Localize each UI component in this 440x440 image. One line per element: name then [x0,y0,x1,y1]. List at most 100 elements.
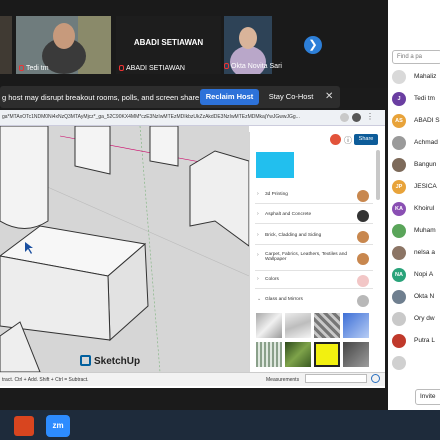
status-hint: tract. Ctrl + Add. Shift + Ctrl = Subtra… [2,377,89,383]
mic-muted-icon [119,65,124,72]
measurements-label: Measurements [266,377,300,383]
video-tile-partial[interactable] [0,16,12,74]
sketchup-logo: SketchUp [80,355,140,367]
participant-name: Khoirul [414,205,435,212]
participant-name: Okta N [414,293,435,300]
glass-material-swatch-selected[interactable] [314,342,340,367]
glass-material-swatch[interactable] [314,313,340,338]
participant-item[interactable]: nelsa a [392,244,440,264]
participant-item[interactable]: AS ABADI S [392,112,440,132]
material-category-glass[interactable]: ⌄ Glass and Mirrors [255,293,373,309]
participant-item[interactable]: Okta N [392,288,440,308]
help-icon[interactable] [371,374,380,383]
participant-item[interactable]: JP JESICA [392,178,440,198]
glass-material-swatch[interactable] [343,342,369,367]
participant-item[interactable]: KA Khoirul [392,200,440,220]
material-category-brick[interactable]: › Brick, Cladding and Siding [255,229,373,245]
3d-viewport[interactable] [0,126,249,372]
close-icon[interactable]: ✕ [325,91,333,102]
avatar [392,136,406,150]
avatar: AS [392,114,406,128]
avatar [392,356,406,370]
participant-name: Tedi tm [414,95,435,102]
mic-muted-icon [224,63,229,70]
more-menu-icon[interactable]: ⋮ [366,113,375,122]
participant-item[interactable]: Achmad [392,134,440,154]
participant-name: Achmad [414,139,438,146]
reclaim-host-button[interactable]: Reclaim Host [200,89,259,105]
chevron-down-icon: ⌄ [257,296,262,302]
tile-big-name: ABADI SETIAWAN [133,38,204,47]
participant-item[interactable]: Ory dw [392,310,440,330]
glass-material-swatch[interactable] [343,313,369,338]
avatar [392,290,406,304]
next-page-arrow-icon[interactable]: ❯ [304,36,322,54]
video-tile-abadi[interactable]: ABADI SETIAWAN ABADI SETIAWAN [116,16,221,74]
user-avatar-icon[interactable] [330,134,341,145]
url-text[interactable]: ga*MTAxOTc1NDM0Ni4xNzQ3MTAyMjcz*_ga_52C9… [2,114,320,120]
avatar: J [392,92,406,106]
glass-material-swatch[interactable] [285,313,311,338]
tile-name: Tedi tm [19,65,49,72]
participant-name: Bangun [414,161,437,168]
measurements-input[interactable] [305,374,367,383]
participant-item[interactable]: NA Nopi A [392,266,440,286]
glass-material-swatch[interactable] [256,313,282,338]
material-category-asphalt[interactable]: › Asphalt and Concrete [255,208,373,224]
participant-name: ABADI S [414,117,440,124]
avatar [392,70,406,84]
host-banner: g host may disrupt breakout rooms, polls… [0,86,340,108]
tile-name: Okta Novita Sari [224,63,282,70]
material-thumbnail [357,253,369,265]
participant-item[interactable]: J Tedi tm [392,90,440,110]
tile-name: ABADI SETIAWAN [119,65,185,72]
participant-search-input[interactable]: Find a pa [392,50,440,64]
video-tile-tedi[interactable]: Tedi tm [16,16,111,74]
participant-item[interactable]: Putra L [392,332,440,352]
address-bar[interactable]: ga*MTAxOTc1NDM0Ni4xNzQ3MTAyMjcz*_ga_52C9… [0,110,385,126]
glass-materials-grid [256,313,370,369]
material-category-carpet[interactable]: › Carpet, Fabrics, Leathers, Textiles an… [255,249,373,271]
avatar [392,224,406,238]
material-thumbnail [357,295,369,307]
glass-material-swatch[interactable] [285,342,311,367]
material-thumbnail [357,190,369,202]
sketchup-logo-icon [80,355,91,366]
info-icon[interactable]: ⓘ [344,135,352,146]
participant-item[interactable]: Bangun [392,156,440,176]
material-thumbnail [357,231,369,243]
material-category-3d-printing[interactable]: › 3d Printing [255,188,373,204]
profile-avatar-icon[interactable] [352,113,361,122]
participant-name: nelsa a [414,249,435,256]
active-material-swatch[interactable] [256,152,294,178]
avatar [392,158,406,172]
stay-co-host-button[interactable]: Stay Co-Host [263,89,319,105]
office-app-icon[interactable] [14,416,34,436]
chevron-right-icon: › [257,276,259,282]
participant-item[interactable]: Mahaliz [392,68,440,88]
extension-icon[interactable] [340,113,349,122]
participant-item[interactable]: Muham [392,222,440,242]
avatar [392,312,406,326]
chevron-right-icon: › [257,252,259,258]
participant-item[interactable] [392,354,440,374]
3d-model-scene [0,126,249,372]
material-thumbnail [357,275,369,287]
participant-name: Putra L [414,337,435,344]
avatar: JP [392,180,406,194]
chevron-right-icon: › [257,232,259,238]
avatar [392,334,406,348]
participant-name: Muham [414,227,436,234]
material-thumbnail [357,210,369,222]
panel-scrollbar[interactable] [376,150,380,200]
share-button[interactable]: Share [354,134,378,145]
glass-material-swatch[interactable] [256,342,282,367]
participant-name: Nopi A [414,271,434,278]
zoom-app-icon[interactable]: zm [46,415,70,437]
avatar [392,246,406,260]
material-category-colors[interactable]: › Colors [255,273,373,289]
chevron-right-icon: › [257,191,259,197]
participant-name: Mahaliz [414,73,437,80]
mic-muted-icon [19,65,24,72]
invite-button[interactable]: Invite [415,389,440,405]
